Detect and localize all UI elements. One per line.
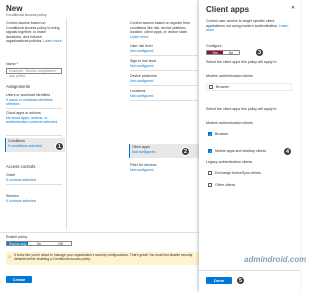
grant-item[interactable]: Grant 0 controls selected — [6, 173, 62, 182]
name-label: Name * — [6, 62, 18, 66]
condition-value[interactable]: Not configured — [130, 79, 198, 83]
legacy-auth-heading: Legacy authentication clients — [206, 160, 253, 164]
select-apps-label: Select the client apps this policy will … — [206, 60, 277, 64]
browser-label-2: Browser — [215, 131, 229, 136]
learn-more-link[interactable]: Learn more — [43, 39, 61, 43]
divider — [6, 135, 62, 136]
grant-value[interactable]: 0 controls selected — [6, 178, 62, 182]
condition-user-risk[interactable]: User risk level Not configured — [130, 44, 198, 53]
browser-checkbox-2[interactable] — [208, 132, 212, 136]
exchange-checkbox[interactable] — [208, 171, 212, 175]
configure-label: Configure — [206, 44, 222, 48]
mobile-desktop-checkbox[interactable] — [208, 149, 212, 153]
mobile-desktop-label: Mobile apps and desktop clients — [215, 148, 267, 153]
enable-policy-label: Enable policy — [6, 235, 28, 239]
exchange-option[interactable]: Exchange ActiveSync clients — [206, 169, 292, 177]
left-intro: Control access based on Conditional Acce… — [6, 21, 62, 44]
toggle-on[interactable]: On — [28, 242, 49, 246]
step-badge-5: 5 — [236, 276, 245, 285]
divider — [6, 184, 62, 185]
close-icon[interactable]: ✕ — [291, 5, 295, 11]
warning-icon: ⚠ — [8, 254, 12, 259]
security-defaults-warning: ⚠ It looks like you're about to manage y… — [6, 252, 199, 265]
warning-text: It looks like you're about to manage you… — [14, 253, 193, 262]
step-badge-4: 4 — [283, 147, 292, 156]
page-subtitle: Conditional Access policy — [6, 13, 47, 17]
condition-value[interactable]: Not configured — [130, 94, 198, 98]
panel-intro: Control user access to target specific c… — [206, 19, 289, 33]
select-apps-label-2: Select the client apps this policy will … — [206, 107, 277, 111]
modern-auth-heading: Modern authentication clients — [206, 74, 253, 78]
cloud-apps-item[interactable]: Cloud apps or actions No cloud apps, act… — [6, 111, 62, 124]
page-title: New — [6, 4, 23, 13]
divider — [130, 55, 198, 56]
panel-title: Client apps — [206, 5, 250, 14]
divider — [130, 85, 198, 86]
step-badge-1: 1 — [55, 142, 64, 151]
column-separator — [66, 18, 67, 230]
browser-option-2[interactable]: Browser — [206, 130, 292, 138]
toggle-report-only[interactable]: Report-only — [7, 242, 29, 246]
browser-label: Browser — [216, 84, 230, 89]
footer-divider — [0, 232, 199, 233]
other-clients-label: Other clients — [215, 182, 236, 187]
access-controls-heading: Access controls — [6, 164, 36, 169]
assignments-heading: Assignments — [6, 84, 30, 89]
condition-locations[interactable]: Locations Not configured — [130, 89, 198, 98]
modern-auth-heading-2: Modern authentication clients — [206, 121, 253, 125]
browser-option[interactable]: Browser — [206, 83, 292, 91]
name-input[interactable]: Example: 'Device compliance app policy' — [6, 68, 62, 78]
condition-value[interactable]: Not configured — [130, 64, 198, 68]
watermark-logo: admindroid.com — [244, 255, 307, 264]
panel-footer-divider — [199, 270, 300, 271]
session-value[interactable]: 0 controls selected — [6, 199, 62, 203]
conditions-intro: Control access based on signals from con… — [130, 21, 190, 39]
condition-filter-devices[interactable]: Filter for devices Not configured — [130, 163, 198, 172]
configure-toggle[interactable]: Yes No — [206, 50, 240, 55]
exchange-label: Exchange ActiveSync clients — [215, 170, 261, 175]
divider — [6, 108, 62, 109]
cloud-apps-value[interactable]: No cloud apps, actions, or authenticatio… — [6, 116, 62, 125]
configure-yes[interactable]: Yes — [207, 51, 223, 55]
divider — [130, 70, 198, 71]
browser-checkbox[interactable] — [209, 85, 213, 89]
condition-value[interactable]: Not configured — [130, 49, 198, 53]
learn-more-link[interactable]: Learn more — [130, 35, 148, 39]
users-value[interactable]: 0 users or workload identities selected — [6, 98, 62, 107]
enable-policy-toggle[interactable]: Report-only On Off — [6, 241, 72, 246]
step-badge-2: 2 — [181, 147, 190, 156]
divider — [130, 100, 198, 101]
condition-sign-in-risk[interactable]: Sign-in risk level Not configured — [130, 59, 198, 68]
create-button[interactable]: Create — [6, 276, 32, 283]
condition-device-platforms[interactable]: Device platforms Not configured — [130, 74, 198, 83]
session-item[interactable]: Session 0 controls selected — [6, 194, 62, 203]
toggle-off[interactable]: Off — [50, 242, 71, 246]
configure-no[interactable]: No — [223, 51, 239, 55]
mobile-desktop-option[interactable]: Mobile apps and desktop clients — [206, 147, 282, 155]
users-item[interactable]: Users or workload identities 0 users or … — [6, 93, 62, 106]
step-badge-3: 3 — [255, 48, 264, 57]
other-clients-option[interactable]: Other clients — [206, 181, 292, 189]
condition-value[interactable]: Not configured — [130, 168, 198, 172]
other-clients-checkbox[interactable] — [208, 183, 212, 187]
done-button[interactable]: Done — [206, 277, 232, 284]
